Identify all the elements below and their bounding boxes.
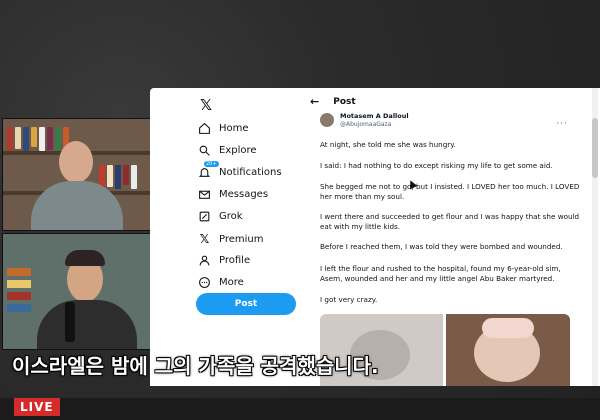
back-arrow-icon[interactable]: ← (310, 95, 319, 110)
nav-label: Premium (219, 233, 264, 245)
nav-item-home[interactable]: Home (198, 122, 249, 135)
nav-item-premium[interactable]: 𝕏 Premium (198, 232, 264, 246)
nav-item-messages[interactable]: Messages (198, 188, 268, 201)
grok-icon (199, 211, 210, 222)
books (7, 127, 69, 151)
post-paragraph: I said: I had nothing to do except riski… (320, 161, 553, 170)
post-button[interactable]: Post (196, 293, 296, 315)
x-icon: 𝕏 (199, 232, 210, 246)
bottom-bar (0, 398, 600, 420)
live-badge: LIVE (14, 398, 60, 416)
post-image-2[interactable] (446, 314, 570, 386)
page-title: Post (333, 97, 356, 108)
nav-label: Notifications (219, 167, 282, 178)
nav-label: Grok (219, 211, 243, 222)
post-paragraph: She begged me not to go, but I insisted.… (320, 182, 580, 201)
books (99, 165, 137, 189)
mail-icon (199, 190, 210, 199)
nav-label: Home (219, 123, 249, 134)
post-detail: ← Post Motasem A Dalloul @AbujomaaGaza ·… (310, 88, 580, 386)
post-paragraph: I went there and succeeded to get flour … (320, 212, 580, 231)
post-paragraph: I got very crazy. (320, 295, 378, 304)
nav-item-profile[interactable]: Profile (198, 254, 250, 267)
nav-item-explore[interactable]: Explore (198, 144, 257, 157)
nav-item-grok[interactable]: Grok (198, 210, 243, 223)
guest-shirt (37, 300, 137, 349)
nav-label: Profile (219, 255, 251, 266)
x-logo-icon[interactable]: 𝕏 (200, 96, 212, 114)
search-icon (199, 145, 210, 156)
post-header: ← Post (310, 95, 356, 110)
post-paragraph: I left the flour and rushed to the hospi… (320, 264, 561, 283)
person-icon (199, 255, 210, 266)
nav-label: Explore (219, 145, 257, 156)
books (7, 268, 31, 312)
more-circle-icon (199, 277, 210, 288)
home-icon (199, 122, 210, 134)
notification-badge: 20+ (204, 161, 219, 167)
korean-subtitle: 이스라엘은 밤에 그의 가족을 공격했습니다. (12, 354, 379, 378)
x-sidebar: 𝕏 Home Explore 20+ Notifications Message… (150, 88, 300, 386)
avatar[interactable] (320, 113, 334, 128)
author-handle[interactable]: @AbujomaaGaza (340, 121, 409, 129)
post-author[interactable]: Motasem A Dalloul @AbujomaaGaza (320, 112, 409, 129)
nav-item-notifications[interactable]: 20+ Notifications (198, 161, 282, 179)
webcam-host-2 (2, 233, 151, 350)
webcam-host-1 (2, 118, 151, 231)
post-paragraph: At night, she told me she was hungry. (320, 140, 456, 149)
guest-hair (65, 250, 105, 266)
browser-window: 𝕏 Home Explore 20+ Notifications Message… (150, 88, 600, 386)
author-name[interactable]: Motasem A Dalloul (340, 112, 409, 121)
post-paragraph: Before I reached them, I was told they w… (320, 242, 563, 251)
nav-label: More (219, 277, 244, 288)
microphone-icon (65, 302, 75, 342)
nav-item-more[interactable]: More (198, 276, 244, 289)
host-face (59, 141, 93, 183)
bell-icon (198, 168, 211, 177)
scrollbar-thumb[interactable] (592, 118, 598, 178)
nav-label: Messages (219, 189, 269, 200)
more-options-icon[interactable]: ··· (556, 118, 568, 130)
